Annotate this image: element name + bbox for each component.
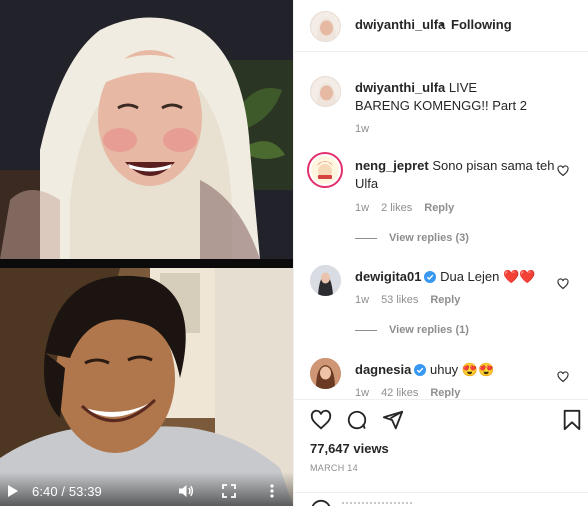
- like-heart-icon[interactable]: [310, 409, 332, 436]
- caption-meta: 1w: [355, 123, 381, 135]
- view-replies-label: View replies (1): [389, 324, 469, 336]
- emoji-icon[interactable]: [310, 499, 332, 506]
- header-separator: •: [440, 17, 445, 32]
- avatar-image: [311, 12, 340, 41]
- views-count[interactable]: 77,647 views: [310, 441, 389, 456]
- caption-text-block: dwiyanthi_ulfa LIVE BARENG KOMENGG!! Par…: [355, 79, 535, 115]
- comment-meta: 1w 42 likes Reply: [355, 387, 472, 398]
- comment-text-block: neng_jepret Sono pisan sama teh Ulfa: [355, 157, 555, 193]
- verified-badge-icon: [424, 270, 437, 288]
- comment-avatar[interactable]: [310, 358, 341, 389]
- like-comment-heart-icon[interactable]: [557, 277, 569, 295]
- view-replies-line: [355, 237, 377, 239]
- like-comment-heart-icon[interactable]: [557, 164, 569, 182]
- verified-badge-icon: [414, 363, 427, 381]
- bookmark-icon[interactable]: [562, 409, 582, 436]
- caption-age[interactable]: 1w: [355, 123, 369, 135]
- comment-text-block: dagnesia uhuy 😍😍: [355, 361, 555, 381]
- following-button[interactable]: Following: [451, 17, 512, 32]
- more-vertical-icon[interactable]: [269, 484, 275, 498]
- view-replies-label: View replies (3): [389, 232, 469, 244]
- comment-likes[interactable]: 2 likes: [381, 202, 412, 214]
- post-sidebar: dwiyanthi_ulfa • Following dwiyanthi_ulf…: [293, 0, 588, 506]
- volume-icon[interactable]: [178, 483, 194, 499]
- video-feed-top: [0, 0, 293, 259]
- reply-button[interactable]: Reply: [430, 387, 460, 398]
- like-comment-heart-icon[interactable]: [557, 370, 569, 388]
- comment-input-hint[interactable]: [342, 502, 412, 506]
- view-replies-button[interactable]: View replies (3): [355, 232, 469, 244]
- add-comment-bar: [294, 492, 588, 506]
- video-time: 6:40 / 53:39: [32, 484, 102, 499]
- comment-age[interactable]: 1w: [355, 387, 369, 398]
- comment-text: Dua Lejen ❤️❤️: [440, 269, 536, 284]
- avatar-image: [310, 358, 341, 389]
- comment-likes[interactable]: 42 likes: [381, 387, 418, 398]
- video-split-divider: [0, 259, 293, 268]
- play-icon[interactable]: [6, 484, 19, 498]
- video-feed-bottom: [0, 268, 293, 506]
- view-replies-line: [355, 329, 377, 331]
- comments-list: dwiyanthi_ulfa LIVE BARENG KOMENGG!! Par…: [294, 53, 588, 398]
- comment-meta: 1w 2 likes Reply: [355, 202, 466, 214]
- post-date[interactable]: MARCH 14: [310, 463, 358, 473]
- comment-username[interactable]: neng_jepret: [355, 158, 429, 173]
- avatar[interactable]: [310, 11, 341, 42]
- comment-bubble-icon[interactable]: [346, 409, 368, 436]
- man-smiling-image: [0, 268, 293, 506]
- comment-text-block: dewigita01 Dua Lejen ❤️❤️: [355, 268, 555, 288]
- share-send-icon[interactable]: [382, 409, 404, 436]
- comment-username[interactable]: dagnesia: [355, 362, 411, 377]
- post-header: dwiyanthi_ulfa • Following: [294, 0, 588, 52]
- comment-username[interactable]: dewigita01: [355, 269, 421, 284]
- comment-meta: 1w 53 likes Reply: [355, 294, 472, 306]
- reply-button[interactable]: Reply: [430, 294, 460, 306]
- comment-age[interactable]: 1w: [355, 202, 369, 214]
- caption-avatar[interactable]: [310, 76, 341, 107]
- reply-button[interactable]: Reply: [424, 202, 454, 214]
- comment-text: uhuy 😍😍: [429, 362, 495, 377]
- caption-username[interactable]: dwiyanthi_ulfa: [355, 80, 445, 95]
- comment-likes[interactable]: 53 likes: [381, 294, 418, 306]
- woman-in-hijab-image: [0, 0, 293, 259]
- comment-avatar[interactable]: [307, 152, 343, 188]
- avatar-image: [310, 265, 341, 296]
- post-actions: 77,647 views MARCH 14: [294, 399, 588, 506]
- view-replies-button[interactable]: View replies (1): [355, 324, 469, 336]
- fullscreen-icon[interactable]: [222, 484, 236, 498]
- header-username[interactable]: dwiyanthi_ulfa: [355, 17, 445, 32]
- comment-age[interactable]: 1w: [355, 294, 369, 306]
- comment-avatar[interactable]: [310, 265, 341, 296]
- live-video-player[interactable]: 6:40 / 53:39: [0, 0, 293, 506]
- avatar-image: [311, 77, 340, 106]
- avatar-image: [311, 156, 339, 184]
